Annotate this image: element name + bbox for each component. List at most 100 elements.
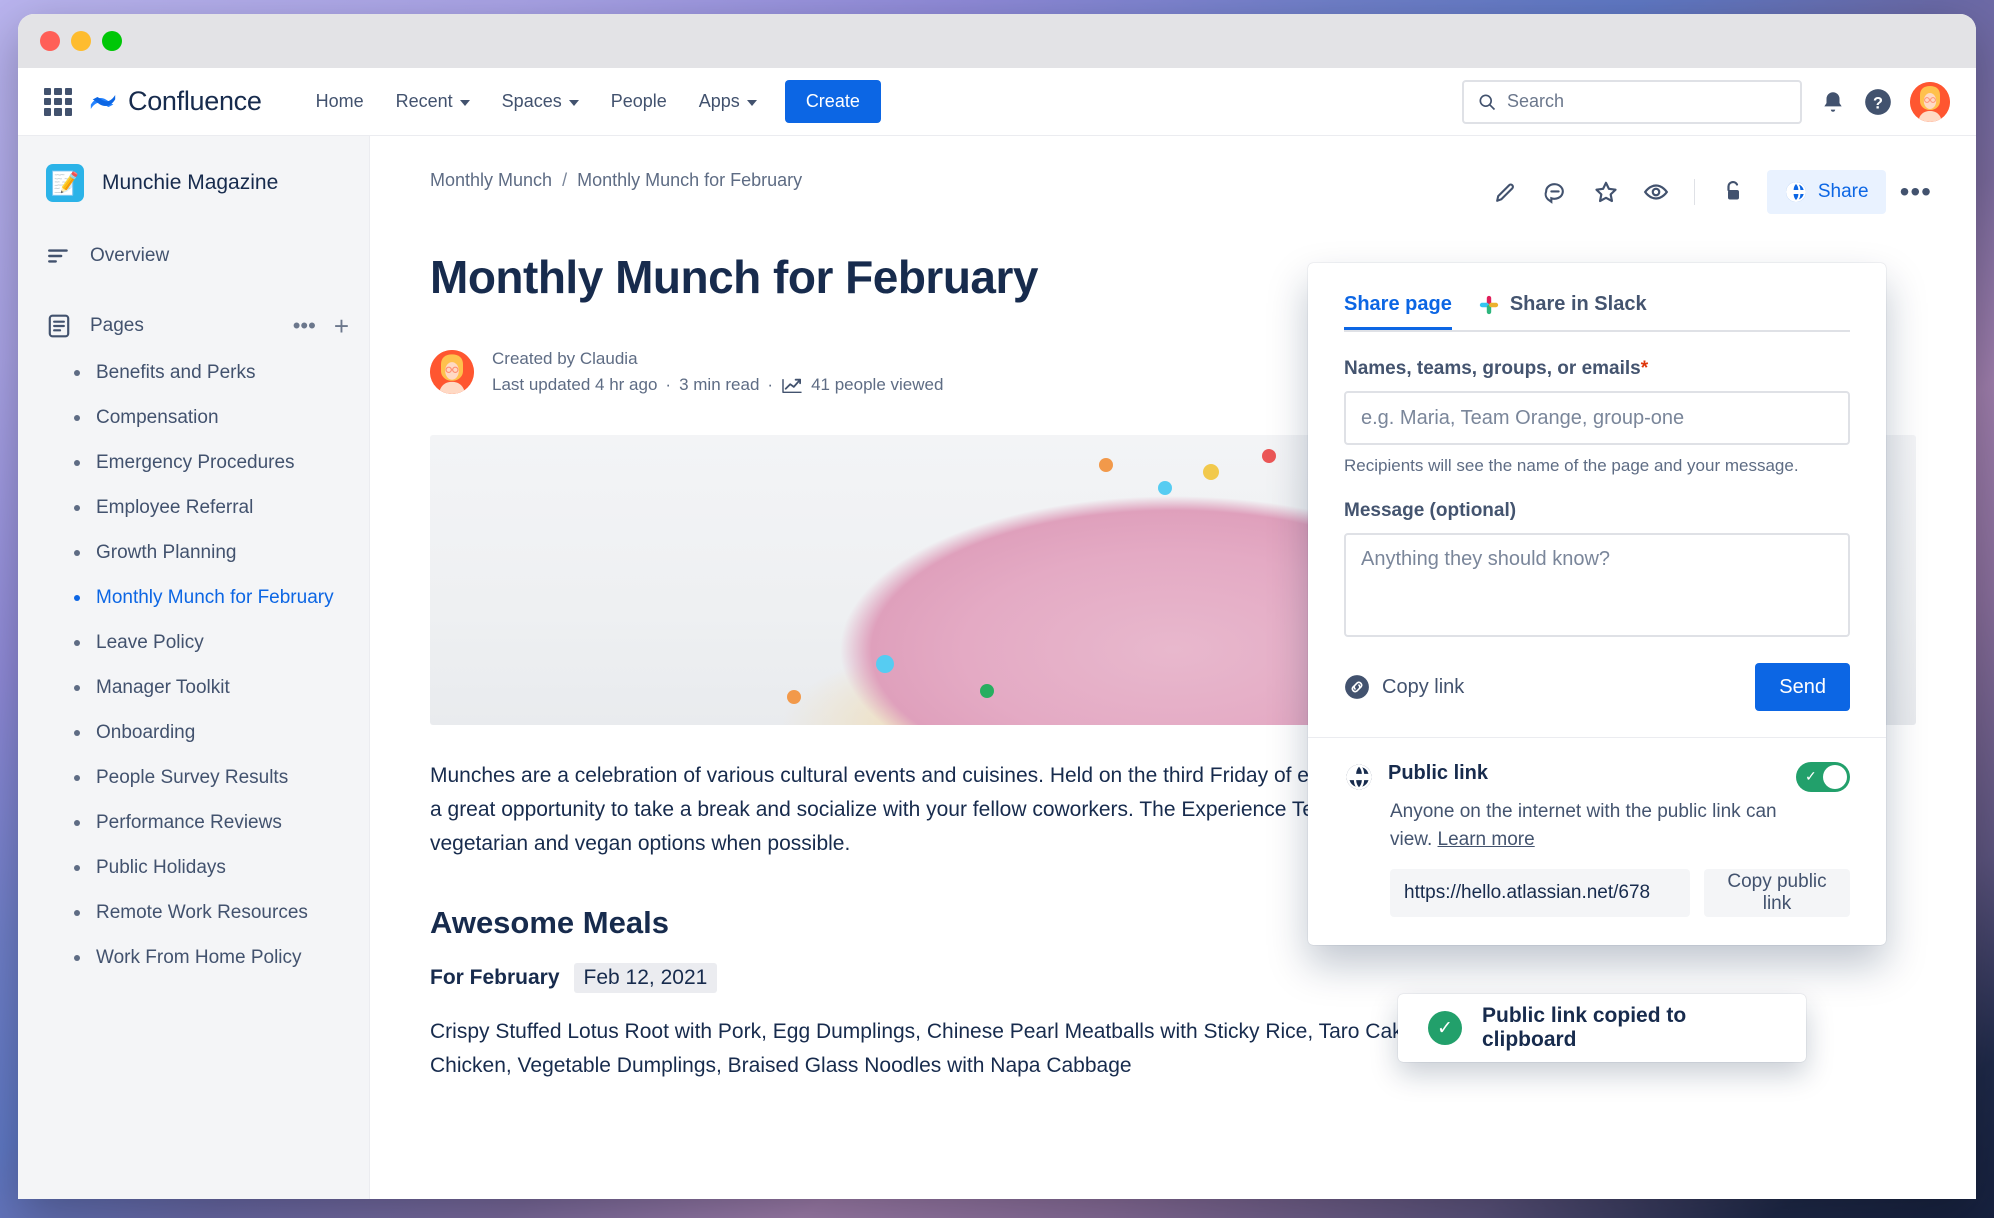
breadcrumb-separator: / [562, 170, 568, 190]
tab-share-in-slack[interactable]: Share in Slack [1478, 293, 1647, 330]
nav-item-spaces[interactable]: Spaces [486, 83, 595, 120]
sidebar-item-overview[interactable]: Overview [18, 232, 369, 280]
bullet-icon [74, 504, 80, 511]
share-button[interactable]: Share [1766, 170, 1886, 214]
space-sidebar: 📝 Munchie Magazine Overview Pages ••• + … [18, 136, 370, 1199]
sidebar-page-label: Leave Policy [96, 631, 204, 653]
space-header[interactable]: 📝 Munchie Magazine [18, 164, 369, 202]
more-options-icon[interactable]: ••• [293, 315, 316, 337]
names-input[interactable]: e.g. Maria, Team Orange, group-one [1344, 391, 1850, 445]
search-input[interactable]: Search [1462, 79, 1802, 124]
bullet-icon [74, 414, 80, 421]
restrictions-icon[interactable] [1711, 170, 1755, 214]
bullet-icon [74, 819, 80, 826]
sidebar-page-label: Performance Reviews [96, 811, 282, 833]
avatar[interactable] [430, 350, 474, 395]
sidebar-pages-list: Benefits and Perks Compensation Emergency … [18, 350, 369, 980]
comment-icon[interactable] [1534, 170, 1578, 214]
sidebar-page-item[interactable]: Manager Toolkit [18, 665, 369, 710]
nav-item-recent[interactable]: Recent [380, 83, 486, 120]
create-button[interactable]: Create [784, 80, 881, 123]
globe-icon [1785, 182, 1806, 202]
bullet-icon [74, 594, 80, 601]
avatar[interactable] [1910, 81, 1950, 122]
success-check-icon: ✓ [1428, 1011, 1462, 1045]
sidebar-page-item[interactable]: Onboarding [18, 710, 369, 755]
star-icon[interactable] [1584, 170, 1628, 214]
bullet-icon [74, 864, 80, 871]
bullet-icon [74, 369, 80, 376]
send-button[interactable]: Send [1755, 663, 1850, 711]
sidebar-page-label: Work From Home Policy [96, 946, 302, 968]
sidebar-page-label: Onboarding [96, 721, 196, 743]
window-maximize-button[interactable] [102, 31, 122, 51]
bullet-icon [74, 909, 80, 916]
bell-icon[interactable] [1820, 89, 1846, 115]
globe-icon [1346, 764, 1372, 790]
search-icon [1479, 94, 1496, 110]
copy-link-button[interactable]: Copy link [1344, 674, 1464, 700]
sidebar-page-item[interactable]: Employee Referral [18, 485, 369, 530]
sidebar-page-label: Growth Planning [96, 541, 237, 563]
message-textarea[interactable]: Anything they should know? [1344, 533, 1850, 637]
svg-text:?: ? [1873, 94, 1883, 112]
sidebar-page-item[interactable]: Monthly Munch for February [18, 575, 369, 620]
byline-sep: · [767, 375, 774, 395]
public-link-title: Public link [1388, 762, 1489, 784]
top-navigation-bar: Confluence Home Recent Spaces People App… [18, 68, 1976, 136]
byline-read-time: 3 min read [679, 375, 760, 395]
sidebar-page-item[interactable]: Benefits and Perks [18, 350, 369, 395]
share-button-label: Share [1817, 181, 1869, 202]
date-chip: Feb 12, 2021 [573, 962, 718, 993]
help-icon[interactable]: ? [1864, 88, 1892, 116]
tab-share-page[interactable]: Share page [1344, 293, 1452, 330]
sidebar-page-item[interactable]: Remote Work Resources [18, 890, 369, 935]
sidebar-page-item[interactable]: Performance Reviews [18, 800, 369, 845]
sidebar-item-label: Pages [90, 315, 144, 336]
nav-item-apps[interactable]: Apps [683, 83, 773, 120]
notebook-pencil-icon: 📝 [46, 164, 84, 202]
sidebar-page-item[interactable]: Emergency Procedures [18, 440, 369, 485]
copy-public-link-button[interactable]: Copy public link [1704, 869, 1850, 918]
public-link-toggle[interactable]: ✓ [1796, 762, 1850, 792]
sidebar-page-item[interactable]: Leave Policy [18, 620, 369, 665]
confluence-logo[interactable]: Confluence [88, 86, 262, 117]
message-placeholder: Anything they should know? [1361, 548, 1611, 570]
sidebar-page-item[interactable]: People Survey Results [18, 755, 369, 800]
sidebar-page-item[interactable]: Growth Planning [18, 530, 369, 575]
page-header: Monthly Munch / Monthly Munch for Februa… [370, 136, 1976, 214]
sidebar-page-item[interactable]: Work From Home Policy [18, 935, 369, 980]
share-dialog-actions: Copy link Send [1308, 637, 1886, 737]
sidebar-item-pages[interactable]: Pages ••• + [18, 302, 369, 350]
chevron-down-icon [459, 99, 470, 106]
public-link-url-field[interactable]: https://hello.atlassian.net/678 [1390, 869, 1690, 918]
public-link-header: Public link ✓ [1344, 762, 1850, 792]
window-close-button[interactable] [40, 31, 60, 51]
sidebar-page-label: Monthly Munch for February [96, 586, 334, 608]
public-link-description: Anyone on the internet with the public l… [1390, 798, 1790, 853]
sidebar-page-label: Benefits and Perks [96, 361, 256, 383]
sidebar-page-label: Emergency Procedures [96, 451, 295, 473]
page-more-options-icon[interactable]: ••• [1900, 176, 1932, 208]
window-minimize-button[interactable] [71, 31, 91, 51]
nav-item-people[interactable]: People [595, 83, 683, 120]
sidebar-page-item[interactable]: Compensation [18, 395, 369, 440]
watch-icon[interactable] [1634, 170, 1678, 214]
nav-item-home[interactable]: Home [300, 83, 380, 120]
plus-icon[interactable]: + [334, 313, 349, 339]
names-placeholder: e.g. Maria, Team Orange, group-one [1361, 406, 1685, 429]
sidebar-page-item[interactable]: Public Holidays [18, 845, 369, 890]
toast-message: Public link copied to clipboard [1482, 1004, 1687, 1051]
breadcrumb-current[interactable]: Monthly Munch for February [577, 170, 802, 191]
edit-icon[interactable] [1484, 170, 1528, 214]
breadcrumb-parent[interactable]: Monthly Munch [430, 170, 552, 191]
sidebar-item-label: Overview [90, 245, 170, 266]
page-actions-toolbar: Share ••• [1484, 170, 1932, 214]
slack-icon [1479, 295, 1498, 314]
nav-label: People [610, 91, 667, 111]
app-switcher-icon[interactable] [44, 87, 72, 116]
meals-subheading: For February Feb 12, 2021 [430, 962, 1916, 993]
public-link-section: Public link ✓ Anyone on the internet wit… [1308, 738, 1886, 945]
learn-more-link[interactable]: Learn more [1438, 829, 1535, 850]
link-icon [1345, 675, 1369, 699]
